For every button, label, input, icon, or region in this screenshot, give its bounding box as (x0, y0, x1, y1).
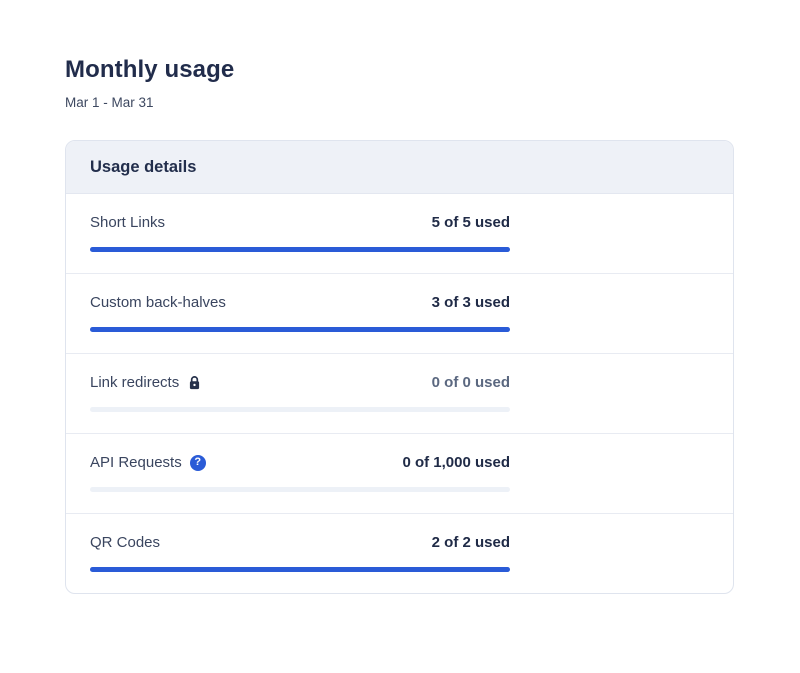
usage-metric: Link redirects (90, 374, 202, 391)
page-title: Monthly usage (65, 56, 734, 84)
usage-metric-label: Link redirects (90, 374, 179, 391)
usage-metric-value: 2 of 2 used (432, 534, 510, 551)
card-header: Usage details (66, 141, 733, 194)
usage-progress-fill (90, 327, 510, 332)
usage-rows: Short Links 5 of 5 used Custom back-halv… (66, 194, 733, 593)
date-range: Mar 1 - Mar 31 (65, 95, 734, 110)
usage-metric-value: 0 of 0 used (432, 374, 510, 391)
usage-metric-value: 0 of 1,000 used (402, 454, 510, 471)
usage-row-top: Short Links 5 of 5 used (90, 214, 510, 231)
card-title: Usage details (90, 158, 709, 177)
usage-row-top: Link redirects 0 of 0 used (90, 374, 510, 391)
usage-progress-fill (90, 247, 510, 252)
usage-metric-value: 3 of 3 used (432, 294, 510, 311)
usage-metric-label: QR Codes (90, 534, 160, 551)
usage-row-api-requests: API Requests ? 0 of 1,000 used (66, 434, 733, 514)
usage-metric: QR Codes (90, 534, 160, 551)
usage-metric: API Requests ? (90, 454, 206, 471)
usage-details-card: Usage details Short Links 5 of 5 used Cu… (65, 140, 734, 594)
help-icon[interactable]: ? (190, 455, 206, 471)
usage-row-top: API Requests ? 0 of 1,000 used (90, 454, 510, 471)
usage-metric: Short Links (90, 214, 165, 231)
usage-progress-track (90, 567, 510, 572)
usage-row-qr-codes: QR Codes 2 of 2 used (66, 514, 733, 593)
usage-metric-label: API Requests (90, 454, 182, 471)
lock-icon (187, 375, 202, 390)
usage-progress-track (90, 407, 510, 412)
usage-metric-label: Short Links (90, 214, 165, 231)
usage-metric: Custom back-halves (90, 294, 226, 311)
usage-progress-fill (90, 567, 510, 572)
usage-progress-track (90, 487, 510, 492)
usage-metric-value: 5 of 5 used (432, 214, 510, 231)
monthly-usage-page: Monthly usage Mar 1 - Mar 31 Usage detai… (0, 0, 800, 594)
usage-row-top: QR Codes 2 of 2 used (90, 534, 510, 551)
usage-row-custom-back-halves: Custom back-halves 3 of 3 used (66, 274, 733, 354)
usage-row-link-redirects: Link redirects 0 of 0 used (66, 354, 733, 434)
usage-progress-track (90, 327, 510, 332)
usage-row-short-links: Short Links 5 of 5 used (66, 194, 733, 274)
usage-metric-label: Custom back-halves (90, 294, 226, 311)
help-question-glyph: ? (190, 455, 206, 471)
usage-row-top: Custom back-halves 3 of 3 used (90, 294, 510, 311)
usage-progress-track (90, 247, 510, 252)
